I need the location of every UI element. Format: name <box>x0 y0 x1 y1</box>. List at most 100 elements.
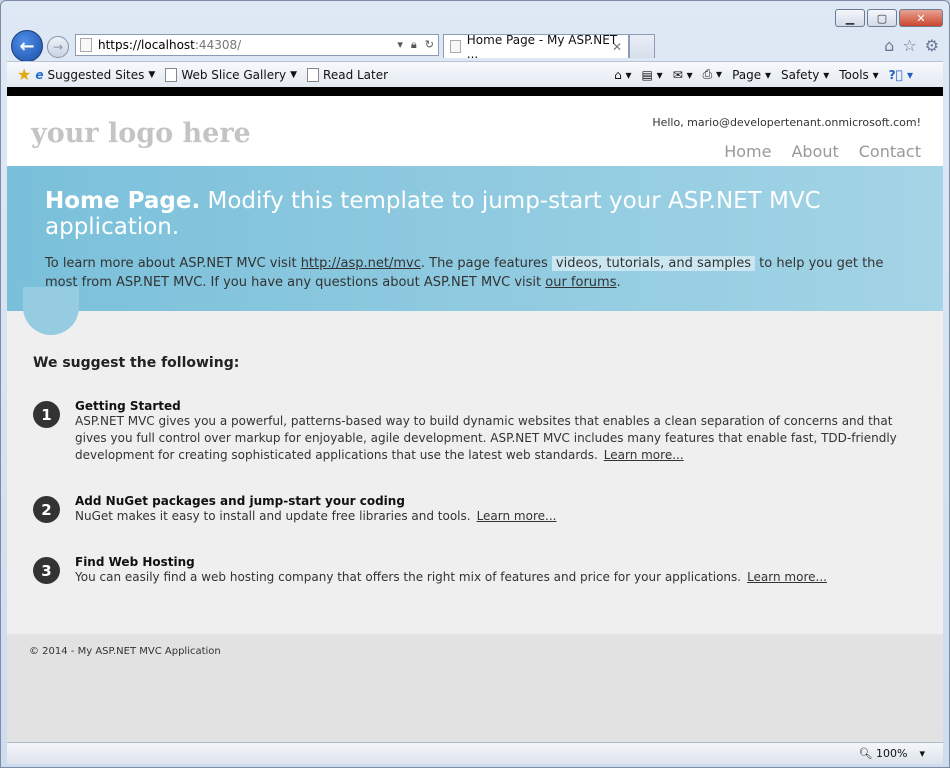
address-bar[interactable]: https://localhost:44308/ ▾ 🔒︎ ↻ <box>75 34 439 56</box>
zoom-icon: 🔍︎ 100% <box>858 747 908 760</box>
maximize-button[interactable]: ▢ <box>867 9 897 27</box>
url-host: https://localhost <box>98 38 195 52</box>
tools-menu-label: Tools <box>839 67 869 82</box>
site-footer: © 2014 - My ASP.NET MVC Application <box>7 634 943 742</box>
learn-more-link[interactable]: Learn more... <box>747 570 827 584</box>
site-header: your logo here Hello, mario@developerten… <box>7 96 943 166</box>
refresh-icon[interactable]: ↻ <box>425 38 434 52</box>
url-rest: :44308/ <box>194 38 242 52</box>
title-bold: Home Page. <box>45 188 201 214</box>
page-menu[interactable]: Page ▾ <box>732 68 771 82</box>
favorites-suggested-sites[interactable]: e Suggested Sites ▼ <box>35 68 155 82</box>
step-body: Find Web Hosting You can easily find a w… <box>75 555 827 586</box>
tab-title: Home Page - My ASP.NET ... <box>466 32 618 61</box>
chevron-down-icon: ▼ <box>290 69 298 80</box>
step-title: Find Web Hosting <box>75 555 195 569</box>
address-tools: ▾ 🔒︎ ↻ <box>397 38 434 52</box>
menu-contact[interactable]: Contact <box>859 142 921 161</box>
zoom-control[interactable]: 🔍︎ 100% ▾ <box>859 747 925 760</box>
close-button[interactable]: ✕ <box>899 9 943 27</box>
command-bar: ⌂ ▾ ▤ ▾ ✉ ▾ ⎙ ▾ Page ▾ Safety ▾ Tools ▾ … <box>614 67 913 82</box>
back-arrow-icon: ← <box>19 35 35 57</box>
site-logo[interactable]: your logo here <box>31 118 251 149</box>
chevron-down-icon[interactable]: ▾ <box>919 747 925 760</box>
copyright-text: © 2014 - My ASP.NET MVC Application <box>29 646 221 657</box>
tools-menu[interactable]: Tools ▾ <box>839 68 878 82</box>
window-controls: ▁ ▢ ✕ <box>833 9 943 27</box>
featured-section: Home Page. Modify this template to jump-… <box>7 166 943 335</box>
forums-link[interactable]: our forums <box>545 275 616 290</box>
tab-close-icon[interactable]: ✕ <box>612 40 622 54</box>
tab-home-page[interactable]: Home Page - My ASP.NET ... ✕ <box>443 32 629 61</box>
featured-text: To learn more about ASP.NET MVC visit ht… <box>45 254 905 292</box>
page-icon <box>307 67 320 82</box>
step-item: 1 Getting Started ASP.NET MVC gives you … <box>33 399 917 464</box>
highlight-mark: videos, tutorials, and samples <box>551 256 756 271</box>
step-item: 2 Add NuGet packages and jump-start your… <box>33 494 917 525</box>
back-button[interactable]: ← <box>11 30 43 62</box>
page-title: Home Page. Modify this template to jump-… <box>45 188 905 240</box>
browser-right-icons: ⌂ ☆ ⚙ <box>884 36 939 55</box>
favorites-read-later[interactable]: Read Later <box>307 67 389 82</box>
zoom-level: 100% <box>876 747 908 760</box>
site-menu: Home About Contact <box>724 142 921 161</box>
page-menu-label: Page <box>732 67 762 82</box>
menu-about[interactable]: About <box>791 142 838 161</box>
page-icon <box>165 67 178 82</box>
learn-more-link[interactable]: Learn more... <box>477 509 557 523</box>
step-number: 2 <box>33 496 60 523</box>
step-text: ASP.NET MVC gives you a powerful, patter… <box>75 413 917 464</box>
favorites-star-icon[interactable]: ☆ <box>902 36 916 55</box>
step-description: You can easily find a web hosting compan… <box>75 570 742 584</box>
step-number: 1 <box>33 401 60 428</box>
dropdown-icon[interactable]: ▾ <box>397 38 403 52</box>
favorites-label: Web Slice Gallery <box>181 67 287 82</box>
favorites-bar: ★ e Suggested Sites ▼ Web Slice Gallery ▼ R… <box>7 61 943 132</box>
step-title: Add NuGet packages and jump-start your c… <box>75 494 405 508</box>
menu-home[interactable]: Home <box>724 142 771 161</box>
ie-icon: e <box>35 67 44 82</box>
help-icon[interactable]: ?⃝ ▾ <box>889 68 913 82</box>
step-description: NuGet makes it easy to install and updat… <box>75 509 471 523</box>
print-icon[interactable]: ⎙ ▾ <box>703 67 722 82</box>
step-text: You can easily find a web hosting compan… <box>75 569 827 586</box>
new-tab-button[interactable] <box>629 34 655 58</box>
safety-menu-label: Safety <box>780 67 820 82</box>
step-item: 3 Find Web Hosting You can easily find a… <box>33 555 917 586</box>
user-greeting[interactable]: Hello, mario@developertenant.onmicrosoft… <box>652 116 921 129</box>
step-title: Getting Started <box>75 399 181 413</box>
favorites-label: Read Later <box>323 67 389 82</box>
tab-favicon-icon <box>450 40 461 53</box>
main-section: We suggest the following: 1 Getting Star… <box>7 311 943 586</box>
forward-button[interactable]: → <box>47 36 69 58</box>
add-favorites-star-icon[interactable]: ★ <box>17 65 31 84</box>
featured-text-part: . <box>616 275 621 290</box>
minimize-button[interactable]: ▁ <box>835 9 865 27</box>
feeds-icon[interactable]: ▤ ▾ <box>642 68 663 82</box>
safety-menu[interactable]: Safety ▾ <box>781 68 829 82</box>
step-text: NuGet makes it easy to install and updat… <box>75 508 556 525</box>
step-body: Getting Started ASP.NET MVC gives you a … <box>75 399 917 464</box>
chevron-down-icon: ▼ <box>148 69 156 80</box>
step-number: 3 <box>33 557 60 584</box>
learn-more-link[interactable]: Learn more... <box>604 448 684 462</box>
page-top-bar <box>7 87 943 96</box>
featured-text-part: . The page features <box>420 256 548 271</box>
favorites-web-slice-gallery[interactable]: Web Slice Gallery ▼ <box>165 67 298 82</box>
mail-icon[interactable]: ✉ ▾ <box>673 68 693 82</box>
home-icon[interactable]: ⌂ <box>884 36 894 55</box>
status-bar: 🔍︎ 100% ▾ <box>7 742 943 764</box>
suggest-heading: We suggest the following: <box>33 355 240 371</box>
asp-net-mvc-link[interactable]: http://asp.net/mvc <box>301 256 421 271</box>
forward-arrow-icon: → <box>52 40 64 54</box>
page-content: your logo here Hello, mario@developerten… <box>7 96 943 742</box>
home-cmd-icon[interactable]: ⌂ ▾ <box>614 68 631 82</box>
favorites-label: Suggested Sites <box>47 67 145 82</box>
browser-window: ▁ ▢ ✕ ← → https://localhost:44308/ ▾ 🔒︎ … <box>0 0 950 768</box>
lock-icon[interactable]: 🔒︎ <box>411 38 417 52</box>
page-favicon-icon <box>80 38 92 52</box>
step-body: Add NuGet packages and jump-start your c… <box>75 494 556 525</box>
gear-icon[interactable]: ⚙ <box>925 36 939 55</box>
featured-text-part: To learn more about ASP.NET MVC visit <box>45 256 297 271</box>
step-description: ASP.NET MVC gives you a powerful, patter… <box>75 414 897 462</box>
